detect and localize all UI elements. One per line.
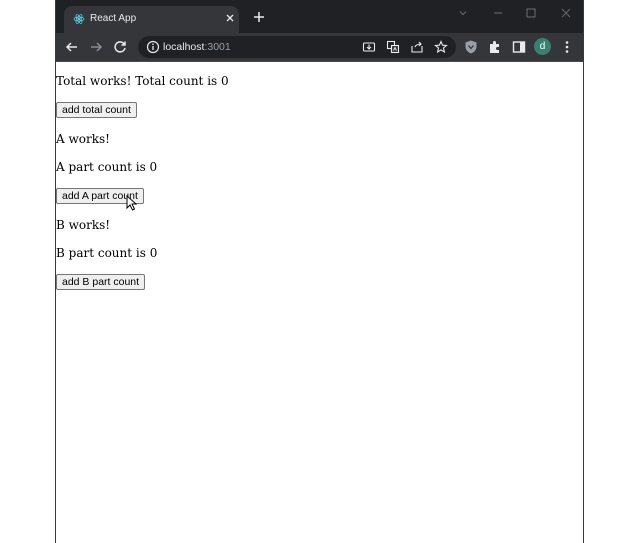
puzzle-icon[interactable] (487, 39, 503, 55)
tab-search-icon[interactable] (456, 6, 470, 20)
translate-icon[interactable] (386, 40, 400, 54)
toolbar: localhost:3001 d (56, 33, 583, 62)
a-works-text: A works! (56, 132, 110, 146)
shield-icon[interactable] (463, 39, 479, 55)
arrow-right-icon[interactable] (88, 39, 104, 55)
url-host: localhost (163, 41, 205, 53)
address-bar[interactable]: localhost:3001 (138, 36, 456, 58)
kebab-menu-icon[interactable] (559, 39, 575, 55)
url-port: :3001 (204, 41, 231, 53)
maximize-icon[interactable] (524, 6, 538, 20)
react-icon (73, 14, 85, 24)
a-part-count-text: A part count is 0 (56, 160, 158, 174)
info-icon[interactable] (146, 40, 160, 54)
close-icon[interactable] (224, 12, 236, 24)
window-close-icon[interactable] (559, 6, 573, 20)
arrow-left-icon[interactable] (64, 39, 80, 55)
page-content: Total works! Total count is 0 add total … (56, 62, 583, 543)
share-icon[interactable] (410, 40, 424, 54)
add-total-count-button[interactable]: add total count (56, 102, 137, 118)
side-panel-icon[interactable] (511, 39, 527, 55)
url-text: localhost:3001 (163, 41, 231, 53)
tab-strip: React App (56, 0, 583, 33)
install-icon[interactable] (362, 40, 376, 54)
minimize-icon[interactable] (491, 6, 505, 20)
star-icon[interactable] (434, 40, 448, 54)
reload-icon[interactable] (112, 39, 128, 55)
total-count-text: Total works! Total count is 0 (56, 74, 229, 88)
plus-icon[interactable] (252, 10, 266, 24)
browser-window: React App localhost:3001 d Total works! … (56, 0, 583, 543)
tab-react-app[interactable]: React App (64, 6, 239, 33)
avatar[interactable]: d (534, 38, 551, 55)
b-works-text: B works! (56, 218, 111, 232)
tab-title: React App (90, 13, 137, 24)
b-part-count-text: B part count is 0 (56, 246, 158, 260)
add-b-part-count-button[interactable]: add B part count (56, 274, 146, 290)
cursor-icon (126, 195, 138, 211)
